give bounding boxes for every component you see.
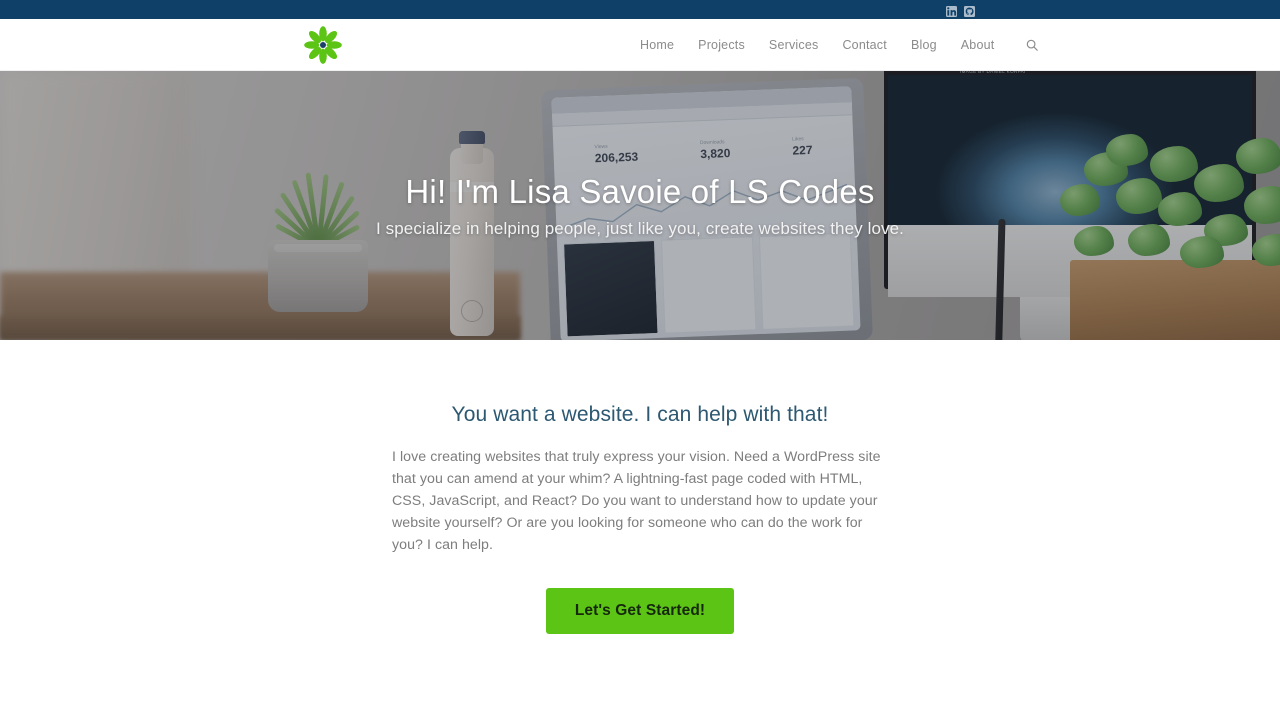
nav-item-projects[interactable]: Projects [698,38,745,52]
nav-item-blog[interactable]: Blog [911,38,937,52]
social-links [946,4,975,17]
primary-navigation: Home Projects Services Contact Blog Abou… [640,37,1040,53]
flower-logo-icon [304,25,342,64]
linkedin-icon[interactable] [946,4,957,17]
hero-subtitle: I specialize in helping people, just lik… [376,219,904,239]
hero-text-block: Hi! I'm Lisa Savoie of LS Codes I specia… [0,173,1280,239]
nav-item-about[interactable]: About [961,38,995,52]
nav-item-contact[interactable]: Contact [842,38,886,52]
hero-title: Hi! I'm Lisa Savoie of LS Codes [405,173,875,210]
github-icon[interactable] [964,4,975,17]
section-heading: You want a website. I can help with that… [451,403,829,426]
top-utility-bar [0,0,1280,19]
get-started-button[interactable]: Let's Get Started! [545,588,735,634]
nav-item-home[interactable]: Home [640,38,674,52]
site-header: Home Projects Services Contact Blog Abou… [0,19,1280,71]
nav-item-services[interactable]: Services [769,38,819,52]
intro-paragraph: I love creating websites that truly expr… [392,449,881,553]
search-icon[interactable] [1024,37,1040,53]
main-content: You want a website. I can help with that… [0,340,1280,720]
site-logo[interactable] [300,23,346,67]
hero-banner: IMAGE BY DANIEL KORPAI Views 206,253 Dow… [0,71,1280,340]
cta-container: Let's Get Started! [0,588,1280,634]
